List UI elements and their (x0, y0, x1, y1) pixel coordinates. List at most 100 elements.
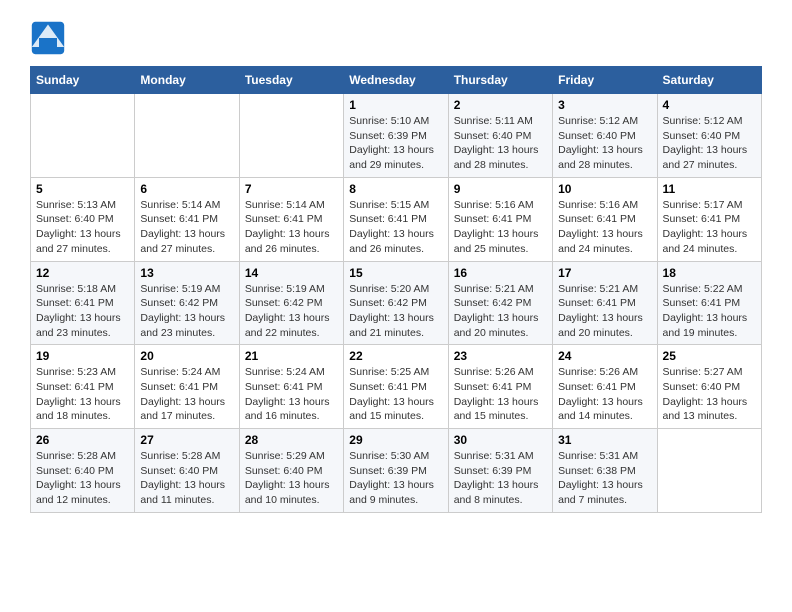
day-detail: Sunrise: 5:21 AM Sunset: 6:42 PM Dayligh… (454, 282, 547, 341)
day-number: 17 (558, 266, 651, 280)
day-detail: Sunrise: 5:24 AM Sunset: 6:41 PM Dayligh… (245, 365, 338, 424)
calendar-cell (31, 94, 135, 178)
day-number: 29 (349, 433, 442, 447)
day-detail: Sunrise: 5:29 AM Sunset: 6:40 PM Dayligh… (245, 449, 338, 508)
calendar-cell (135, 94, 239, 178)
calendar-cell: 19 Sunrise: 5:23 AM Sunset: 6:41 PM Dayli… (31, 345, 135, 429)
calendar-cell: 29 Sunrise: 5:30 AM Sunset: 6:39 PM Dayli… (344, 429, 448, 513)
day-number: 4 (663, 98, 756, 112)
calendar-cell: 25 Sunrise: 5:27 AM Sunset: 6:40 PM Dayli… (657, 345, 761, 429)
calendar-cell: 9Sunrise: 5:16 AM Sunset: 6:41 PM Daylig… (448, 177, 552, 261)
day-number: 21 (245, 349, 338, 363)
weekday-header: Sunday (31, 67, 135, 94)
calendar-cell: 26 Sunrise: 5:28 AM Sunset: 6:40 PM Dayli… (31, 429, 135, 513)
calendar-cell: 14Sunrise: 5:19 AM Sunset: 6:42 PM Dayli… (239, 261, 343, 345)
day-number: 15 (349, 266, 442, 280)
calendar-cell: 12 Sunrise: 5:18 AM Sunset: 6:41 PM Dayli… (31, 261, 135, 345)
calendar-cell: 4 Sunrise: 5:12 AM Sunset: 6:40 PM Daylig… (657, 94, 761, 178)
day-number: 1 (349, 98, 442, 112)
logo-icon (30, 20, 66, 56)
calendar-cell: 21 Sunrise: 5:24 AM Sunset: 6:41 PM Dayli… (239, 345, 343, 429)
weekday-header: Friday (553, 67, 657, 94)
day-detail: Sunrise: 5:15 AM Sunset: 6:41 PM Dayligh… (349, 198, 442, 257)
day-number: 25 (663, 349, 756, 363)
calendar-cell: 2 Sunrise: 5:11 AM Sunset: 6:40 PM Daylig… (448, 94, 552, 178)
calendar-cell: 5Sunrise: 5:13 AM Sunset: 6:40 PM Daylig… (31, 177, 135, 261)
calendar-cell: 11Sunrise: 5:17 AM Sunset: 6:41 PM Dayli… (657, 177, 761, 261)
calendar-cell: 20 Sunrise: 5:24 AM Sunset: 6:41 PM Dayli… (135, 345, 239, 429)
calendar-cell: 10 Sunrise: 5:16 AM Sunset: 6:41 PM Dayli… (553, 177, 657, 261)
day-detail: Sunrise: 5:31 AM Sunset: 6:38 PM Dayligh… (558, 449, 651, 508)
calendar-cell (239, 94, 343, 178)
day-number: 20 (140, 349, 233, 363)
calendar-week-row: 26 Sunrise: 5:28 AM Sunset: 6:40 PM Dayli… (31, 429, 762, 513)
calendar-cell: 6 Sunrise: 5:14 AM Sunset: 6:41 PM Daylig… (135, 177, 239, 261)
day-detail: Sunrise: 5:26 AM Sunset: 6:41 PM Dayligh… (454, 365, 547, 424)
calendar-week-row: 12 Sunrise: 5:18 AM Sunset: 6:41 PM Dayli… (31, 261, 762, 345)
weekday-header: Tuesday (239, 67, 343, 94)
calendar-header: SundayMondayTuesdayWednesdayThursdayFrid… (31, 67, 762, 94)
day-number: 26 (36, 433, 129, 447)
day-number: 30 (454, 433, 547, 447)
day-number: 3 (558, 98, 651, 112)
day-detail: Sunrise: 5:23 AM Sunset: 6:41 PM Dayligh… (36, 365, 129, 424)
day-detail: Sunrise: 5:20 AM Sunset: 6:42 PM Dayligh… (349, 282, 442, 341)
day-detail: Sunrise: 5:28 AM Sunset: 6:40 PM Dayligh… (140, 449, 233, 508)
day-number: 6 (140, 182, 233, 196)
day-detail: Sunrise: 5:26 AM Sunset: 6:41 PM Dayligh… (558, 365, 651, 424)
day-number: 10 (558, 182, 651, 196)
day-detail: Sunrise: 5:14 AM Sunset: 6:41 PM Dayligh… (140, 198, 233, 257)
day-detail: Sunrise: 5:14 AM Sunset: 6:41 PM Dayligh… (245, 198, 338, 257)
calendar-cell: 30 Sunrise: 5:31 AM Sunset: 6:39 PM Dayli… (448, 429, 552, 513)
day-detail: Sunrise: 5:18 AM Sunset: 6:41 PM Dayligh… (36, 282, 129, 341)
day-number: 16 (454, 266, 547, 280)
day-detail: Sunrise: 5:27 AM Sunset: 6:40 PM Dayligh… (663, 365, 756, 424)
day-number: 2 (454, 98, 547, 112)
calendar-table: SundayMondayTuesdayWednesdayThursdayFrid… (30, 66, 762, 513)
day-number: 11 (663, 182, 756, 196)
day-detail: Sunrise: 5:21 AM Sunset: 6:41 PM Dayligh… (558, 282, 651, 341)
day-detail: Sunrise: 5:22 AM Sunset: 6:41 PM Dayligh… (663, 282, 756, 341)
calendar-week-row: 1Sunrise: 5:10 AM Sunset: 6:39 PM Daylig… (31, 94, 762, 178)
day-number: 19 (36, 349, 129, 363)
calendar-cell (657, 429, 761, 513)
calendar-cell: 16 Sunrise: 5:21 AM Sunset: 6:42 PM Dayli… (448, 261, 552, 345)
day-detail: Sunrise: 5:30 AM Sunset: 6:39 PM Dayligh… (349, 449, 442, 508)
day-number: 28 (245, 433, 338, 447)
day-number: 31 (558, 433, 651, 447)
weekday-header: Thursday (448, 67, 552, 94)
weekday-header: Saturday (657, 67, 761, 94)
calendar-cell: 18 Sunrise: 5:22 AM Sunset: 6:41 PM Dayli… (657, 261, 761, 345)
day-number: 9 (454, 182, 547, 196)
day-detail: Sunrise: 5:12 AM Sunset: 6:40 PM Dayligh… (663, 114, 756, 173)
day-detail: Sunrise: 5:16 AM Sunset: 6:41 PM Dayligh… (558, 198, 651, 257)
day-detail: Sunrise: 5:19 AM Sunset: 6:42 PM Dayligh… (245, 282, 338, 341)
weekday-header: Wednesday (344, 67, 448, 94)
calendar-cell: 23 Sunrise: 5:26 AM Sunset: 6:41 PM Dayli… (448, 345, 552, 429)
day-number: 12 (36, 266, 129, 280)
calendar-cell: 1Sunrise: 5:10 AM Sunset: 6:39 PM Daylig… (344, 94, 448, 178)
day-detail: Sunrise: 5:31 AM Sunset: 6:39 PM Dayligh… (454, 449, 547, 508)
day-number: 24 (558, 349, 651, 363)
day-detail: Sunrise: 5:12 AM Sunset: 6:40 PM Dayligh… (558, 114, 651, 173)
calendar-cell: 27Sunrise: 5:28 AM Sunset: 6:40 PM Dayli… (135, 429, 239, 513)
page-header (30, 20, 762, 56)
calendar-cell: 17 Sunrise: 5:21 AM Sunset: 6:41 PM Dayli… (553, 261, 657, 345)
calendar-cell: 22Sunrise: 5:25 AM Sunset: 6:41 PM Dayli… (344, 345, 448, 429)
calendar-cell: 13 Sunrise: 5:19 AM Sunset: 6:42 PM Dayli… (135, 261, 239, 345)
calendar-cell: 31 Sunrise: 5:31 AM Sunset: 6:38 PM Dayli… (553, 429, 657, 513)
day-number: 13 (140, 266, 233, 280)
calendar-body: 1Sunrise: 5:10 AM Sunset: 6:39 PM Daylig… (31, 94, 762, 513)
calendar-week-row: 19 Sunrise: 5:23 AM Sunset: 6:41 PM Dayli… (31, 345, 762, 429)
calendar-cell: 8Sunrise: 5:15 AM Sunset: 6:41 PM Daylig… (344, 177, 448, 261)
day-number: 23 (454, 349, 547, 363)
calendar-cell: 7Sunrise: 5:14 AM Sunset: 6:41 PM Daylig… (239, 177, 343, 261)
day-detail: Sunrise: 5:24 AM Sunset: 6:41 PM Dayligh… (140, 365, 233, 424)
calendar-cell: 3 Sunrise: 5:12 AM Sunset: 6:40 PM Daylig… (553, 94, 657, 178)
day-detail: Sunrise: 5:19 AM Sunset: 6:42 PM Dayligh… (140, 282, 233, 341)
calendar-week-row: 5Sunrise: 5:13 AM Sunset: 6:40 PM Daylig… (31, 177, 762, 261)
day-number: 22 (349, 349, 442, 363)
day-detail: Sunrise: 5:11 AM Sunset: 6:40 PM Dayligh… (454, 114, 547, 173)
day-detail: Sunrise: 5:28 AM Sunset: 6:40 PM Dayligh… (36, 449, 129, 508)
day-number: 18 (663, 266, 756, 280)
